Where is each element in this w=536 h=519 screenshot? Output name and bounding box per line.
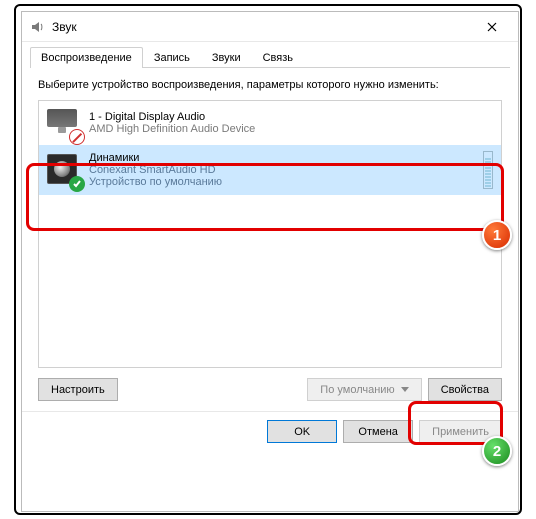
dialog-button-row: OK Отмена Применить (22, 411, 518, 453)
device-name: Динамики (89, 152, 222, 164)
close-button[interactable] (472, 13, 512, 41)
tab-strip: Воспроизведение Запись Звуки Связь (22, 42, 518, 68)
tab-recording[interactable]: Запись (143, 47, 201, 68)
cancel-button[interactable]: Отмена (343, 420, 413, 443)
set-default-button[interactable]: По умолчанию (307, 378, 421, 401)
sound-dialog: Звук Воспроизведение Запись Звуки Связь … (21, 11, 519, 512)
device-driver: AMD High Definition Audio Device (89, 123, 255, 135)
device-list[interactable]: 1 - Digital Display Audio AMD High Defin… (38, 100, 502, 368)
device-icon-monitor (47, 107, 79, 139)
device-text: 1 - Digital Display Audio AMD High Defin… (89, 111, 255, 135)
device-text: Динамики Conexant SmartAudio HD Устройст… (89, 152, 222, 188)
annotation-frame: Звук Воспроизведение Запись Звуки Связь … (14, 4, 522, 515)
configure-button[interactable]: Настроить (38, 378, 118, 401)
window-title: Звук (52, 20, 77, 34)
instruction-text: Выберите устройство воспроизведения, пар… (38, 78, 502, 92)
ok-button[interactable]: OK (267, 420, 337, 443)
device-button-row: Настроить По умолчанию Свойства (22, 368, 518, 411)
annotation-callout-1: 1 (482, 220, 512, 250)
device-driver: Conexant SmartAudio HD (89, 164, 222, 176)
titlebar: Звук (22, 12, 518, 42)
device-icon-speaker (47, 154, 79, 186)
tab-communications[interactable]: Связь (252, 47, 304, 68)
tab-playback[interactable]: Воспроизведение (30, 47, 143, 68)
properties-button[interactable]: Свойства (428, 378, 502, 401)
device-item-display-audio[interactable]: 1 - Digital Display Audio AMD High Defin… (39, 101, 501, 145)
set-default-label: По умолчанию (320, 384, 394, 396)
annotation-callout-2: 2 (482, 436, 512, 466)
sound-icon (28, 18, 46, 36)
disabled-badge-icon (69, 129, 85, 145)
chevron-down-icon (401, 387, 409, 392)
tab-content: Выберите устройство воспроизведения, пар… (22, 68, 518, 368)
tab-sounds[interactable]: Звуки (201, 47, 252, 68)
level-meter (483, 151, 493, 189)
default-badge-icon (69, 176, 85, 192)
device-name: 1 - Digital Display Audio (89, 111, 255, 123)
device-item-speakers[interactable]: Динамики Conexant SmartAudio HD Устройст… (39, 145, 501, 195)
device-status: Устройство по умолчанию (89, 176, 222, 188)
